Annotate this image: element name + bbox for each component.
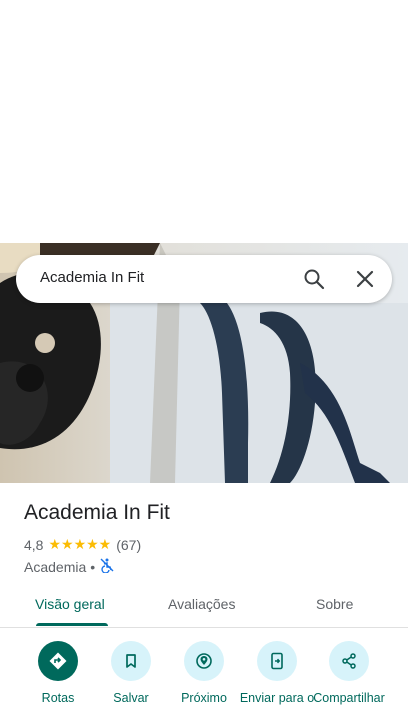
rating-value: 4,8 [24,536,44,553]
category-row: Academia • [24,557,115,576]
save-label: Salvar [113,691,149,705]
nearby-label: Próximo [181,691,227,705]
place-title: Academia In Fit [24,501,170,524]
bookmark-icon [111,641,151,681]
nearby-icon [184,641,224,681]
active-tab-indicator [36,623,108,626]
tab-about[interactable]: Sobre [316,596,353,612]
star-rating-icon: ★★★★★ [48,536,112,552]
search-bar[interactable]: Academia In Fit [16,255,392,303]
directions-button[interactable]: Rotas [20,641,96,706]
category-label: Academia [24,558,87,575]
place-tabs: Visão geral Avaliações Sobre [0,591,408,628]
directions-icon [38,641,78,681]
separator-dot: • [90,558,96,575]
send-to-phone-icon [257,641,297,681]
tab-reviews[interactable]: Avaliações [168,596,235,612]
share-icon [329,641,369,681]
search-query[interactable]: Academia In Fit [40,269,144,286]
wheelchair-inaccessible-icon [99,557,115,576]
search-icon[interactable] [302,267,326,291]
send-to-phone-label: Enviar para o [239,691,315,705]
close-icon[interactable] [353,267,377,291]
share-label: Compartilhar [313,691,385,705]
share-button[interactable]: Compartilhar [311,641,387,706]
map-blank-area [0,0,408,243]
review-count: (67) [116,536,142,553]
tab-overview[interactable]: Visão geral [35,596,105,612]
action-buttons: Rotas Salvar Próximo Enviar para o Compa… [0,641,408,726]
save-button[interactable]: Salvar [93,641,169,706]
place-details-panel: Academia In Fit 4,8 ★★★★★ (67) Academia … [0,483,408,726]
directions-label: Rotas [41,691,75,705]
send-to-phone-button[interactable]: Enviar para o [239,641,315,706]
nearby-button[interactable]: Próximo [166,641,242,706]
rating-row[interactable]: 4,8 ★★★★★ (67) [24,536,141,553]
